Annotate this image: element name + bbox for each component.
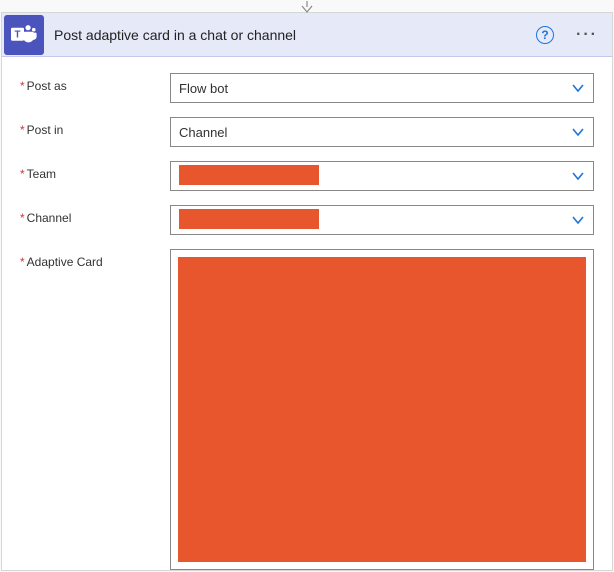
more-menu-icon[interactable]: ···: [572, 26, 602, 44]
channel-label-text: Channel: [27, 211, 72, 225]
team-dropdown[interactable]: [170, 161, 594, 191]
action-title: Post adaptive card in a chat or channel: [54, 27, 526, 43]
chevron-down-icon: [571, 81, 585, 95]
chevron-down-icon: [571, 213, 585, 227]
redacted-content: [179, 209, 319, 229]
team-value: [179, 165, 571, 188]
field-label-adaptive-card: *Adaptive Card: [20, 249, 170, 570]
post-in-dropdown[interactable]: Channel: [170, 117, 594, 147]
field-label-team: *Team: [20, 161, 170, 191]
action-header[interactable]: T Post adaptive card in a chat or channe…: [2, 13, 612, 57]
post-as-label-text: Post as: [27, 79, 67, 93]
field-label-channel: *Channel: [20, 205, 170, 235]
field-post-as: *Post as Flow bot: [20, 73, 594, 103]
action-body: *Post as Flow bot *Post in Channel *Team: [2, 57, 612, 570]
channel-value: [179, 209, 571, 232]
help-icon[interactable]: ?: [536, 26, 554, 44]
teams-icon: T: [4, 15, 44, 55]
redacted-content: [178, 257, 586, 562]
field-team: *Team: [20, 161, 594, 191]
chevron-down-icon: [571, 125, 585, 139]
field-channel: *Channel: [20, 205, 594, 235]
adaptive-card-input[interactable]: [170, 249, 594, 570]
channel-dropdown[interactable]: [170, 205, 594, 235]
redacted-content: [179, 165, 319, 185]
field-post-in: *Post in Channel: [20, 117, 594, 147]
chevron-down-icon: [571, 169, 585, 183]
adaptive-card-label-text: Adaptive Card: [27, 255, 103, 269]
field-label-post-as: *Post as: [20, 73, 170, 103]
svg-text:T: T: [15, 29, 21, 40]
field-adaptive-card: *Adaptive Card: [20, 249, 594, 570]
action-card: T Post adaptive card in a chat or channe…: [1, 12, 613, 571]
post-in-value: Channel: [179, 125, 571, 140]
post-as-dropdown[interactable]: Flow bot: [170, 73, 594, 103]
team-label-text: Team: [27, 167, 56, 181]
field-label-post-in: *Post in: [20, 117, 170, 147]
post-in-label-text: Post in: [27, 123, 64, 137]
post-as-value: Flow bot: [179, 81, 571, 96]
